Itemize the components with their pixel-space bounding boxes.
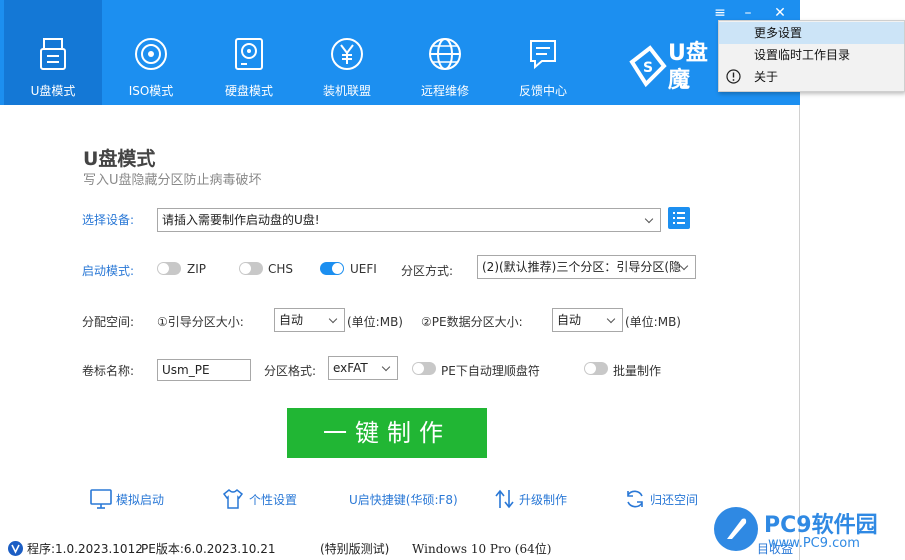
minimize-icon[interactable]: –: [740, 5, 756, 21]
nav-label: 远程维修: [420, 84, 469, 98]
hard-disk-icon: [235, 38, 263, 70]
device-select-value: 请插入需要制作启动盘的U盘!: [162, 213, 320, 227]
chat-bubble-icon: [530, 40, 556, 70]
partition-method-select[interactable]: (2)(默认推荐)三个分区：引导分区(隐: [477, 255, 696, 279]
uefi-label: UEFI: [350, 262, 377, 276]
simulate-boot-button[interactable]: 模拟启动: [90, 488, 170, 512]
tshirt-icon: [222, 488, 244, 509]
edition-text: (特别版测试): [320, 542, 390, 556]
fs-value: exFAT: [333, 361, 368, 375]
chevron-down-icon: [645, 209, 655, 231]
chevron-down-icon: [680, 256, 690, 278]
make-button[interactable]: 一键制作: [287, 408, 487, 458]
chevron-down-icon: [607, 309, 617, 331]
close-icon[interactable]: ✕: [772, 5, 788, 21]
batch-label: 批量制作: [613, 364, 662, 378]
list-icon: [673, 212, 685, 224]
menu-item-label: 关于: [754, 70, 779, 84]
page-title: U盘模式: [83, 148, 156, 170]
partition-method-label: 分区方式:: [401, 264, 454, 278]
menu-item-more-settings[interactable]: 更多设置: [719, 22, 904, 44]
monitor-icon: [90, 489, 112, 509]
os-info: Windows 10 Pro (64位): [412, 542, 552, 556]
device-label: 选择设备:: [82, 213, 135, 227]
device-select[interactable]: 请插入需要制作启动盘的U盘!: [157, 208, 661, 232]
app-logo: S U盘魔: [628, 40, 718, 95]
partition-method-value: (2)(默认推荐)三个分区：引导分区(隐: [482, 260, 682, 274]
nav-installer-alliance[interactable]: 装机联盟: [298, 0, 396, 105]
menu-item-temp-dir[interactable]: 设置临时工作目录: [719, 44, 904, 66]
zip-label: ZIP: [187, 262, 206, 276]
tool-label: 模拟启动: [116, 493, 165, 507]
nav-iso-mode[interactable]: ISO模式: [102, 0, 200, 105]
nav-label: 反馈中心: [518, 84, 567, 98]
menu-icon[interactable]: ≡: [712, 5, 728, 21]
chs-toggle[interactable]: [239, 262, 263, 275]
device-list-button[interactable]: [668, 207, 690, 229]
app-window: U盘模式 ISO模式 硬盘模式 装机联盟 远程维修 反馈中心 S U盘魔 ≡ –…: [0, 0, 800, 560]
nav-hdd-mode[interactable]: 硬盘模式: [200, 0, 298, 105]
refresh-icon: [627, 490, 643, 508]
pe-size-select[interactable]: 自动: [552, 308, 623, 332]
boot-size-unit: (单位:MB): [347, 315, 403, 329]
nav-remote-repair[interactable]: 远程维修: [396, 0, 494, 105]
volume-input[interactable]: Usm_PE: [157, 359, 251, 381]
zip-toggle[interactable]: [157, 262, 181, 275]
nav-usb-mode[interactable]: U盘模式: [4, 0, 102, 105]
logo-text: U盘魔: [668, 41, 708, 93]
yuan-coin-icon: [331, 38, 363, 70]
boot-hotkey-link[interactable]: U启快捷键(华硕:F8): [349, 488, 459, 512]
settings-menu: 更多设置 设置临时工作目录 关于: [718, 20, 905, 92]
auto-sort-toggle[interactable]: [412, 362, 436, 375]
nav-label: 装机联盟: [322, 84, 371, 98]
volume-label: 卷标名称:: [82, 364, 135, 378]
pc9-logo-icon: [714, 507, 758, 551]
fs-select[interactable]: exFAT: [328, 356, 398, 380]
tool-label: 归还空间: [650, 493, 699, 507]
version-v-icon: [8, 541, 23, 556]
svg-text:S: S: [643, 60, 653, 76]
program-version: 程序:1.0.2023.1012: [27, 542, 143, 556]
pe-size-value: 自动: [557, 313, 582, 327]
header-bar: U盘模式 ISO模式 硬盘模式 装机联盟 远程维修 反馈中心 S U盘魔 ≡ –…: [0, 0, 800, 105]
tool-label: 个性设置: [249, 493, 298, 507]
watermark: PC9软件园 www.PC9.com: [712, 505, 905, 560]
boot-mode-label: 启动模式:: [82, 264, 135, 278]
watermark-url: www.PC9.com: [768, 536, 860, 551]
nav-label: ISO模式: [128, 84, 174, 98]
tool-label: 升级制作: [519, 493, 568, 507]
nav-label: U盘模式: [30, 84, 76, 98]
personalize-button[interactable]: 个性设置: [222, 488, 302, 512]
nav-feedback[interactable]: 反馈中心: [494, 0, 592, 105]
pe-size-label: ②PE数据分区大小:: [421, 315, 523, 329]
restore-space-button[interactable]: 归还空间: [624, 488, 704, 512]
usb-drive-icon: [40, 38, 66, 70]
watermark-title: PC9软件园: [764, 513, 878, 538]
fs-label: 分区格式:: [264, 364, 317, 378]
page-subtitle: 写入U盘隐藏分区防止病毒破坏: [83, 173, 262, 188]
chevron-down-icon: [382, 357, 392, 379]
pe-version: PE版本:6.0.2023.10.21: [141, 542, 276, 556]
disc-icon: [135, 38, 167, 70]
globe-icon: [429, 38, 461, 70]
upgrade-arrows-icon: [495, 489, 514, 509]
boot-size-select[interactable]: 自动: [274, 308, 345, 332]
menu-item-about[interactable]: 关于: [719, 66, 904, 88]
pe-size-unit: (单位:MB): [625, 315, 681, 329]
boot-size-value: 自动: [279, 313, 304, 327]
nav-label: 硬盘模式: [224, 84, 273, 98]
uefi-toggle[interactable]: [320, 262, 344, 275]
batch-toggle[interactable]: [584, 362, 608, 375]
auto-sort-label: PE下自动理顺盘符: [441, 364, 540, 378]
tool-label: U启快捷键(华硕:F8): [349, 493, 458, 507]
chevron-down-icon: [329, 309, 339, 331]
chs-label: CHS: [268, 262, 294, 276]
space-label: 分配空间:: [82, 315, 135, 329]
boot-size-label: ①引导分区大小:: [157, 315, 244, 329]
upgrade-button[interactable]: 升级制作: [494, 488, 574, 512]
info-icon: [726, 69, 741, 84]
